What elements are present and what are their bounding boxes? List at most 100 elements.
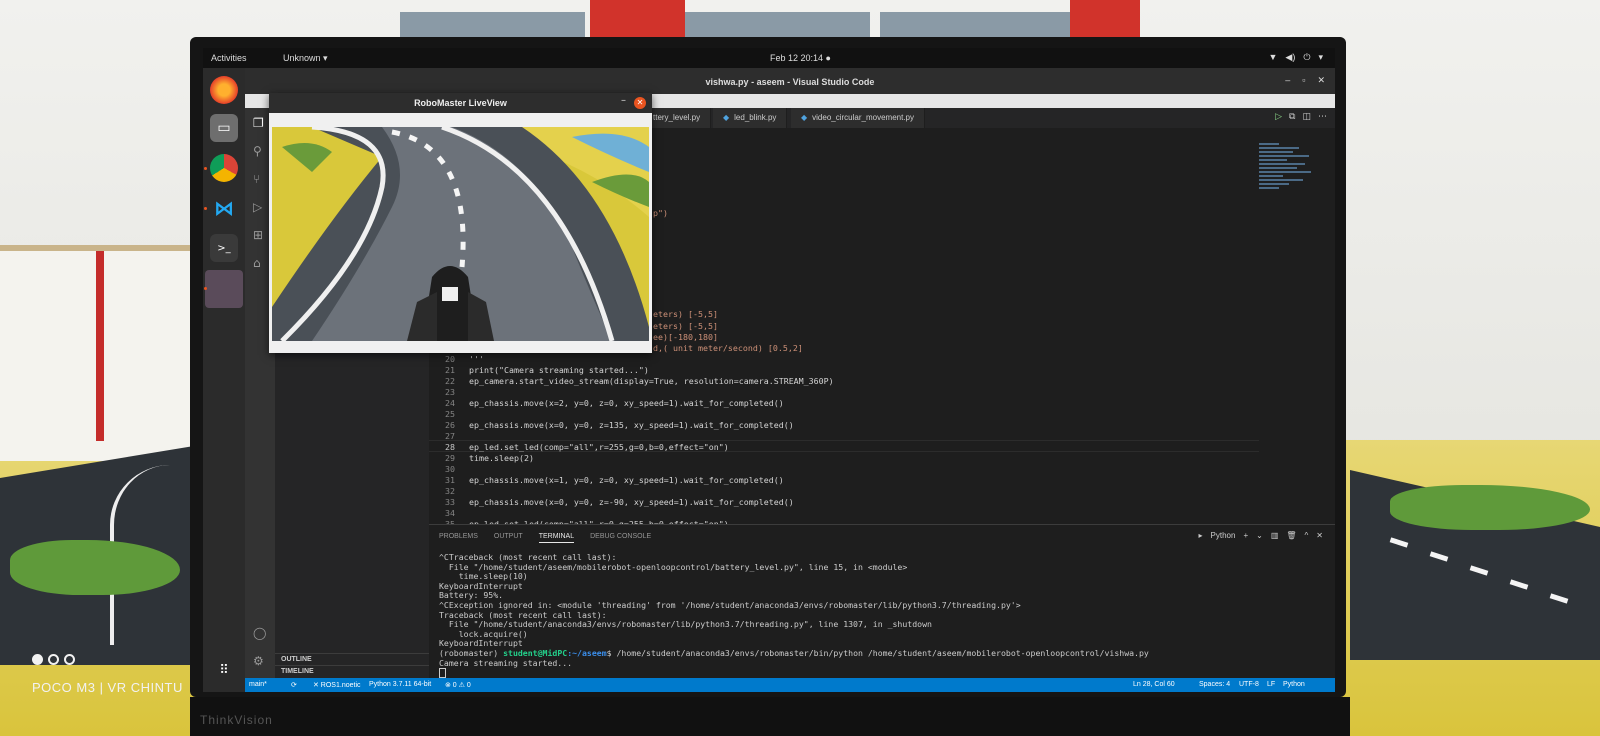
line-number: 31 [445,475,455,485]
camera-frame-image [272,127,649,341]
tab-video-circular-movement[interactable]: ◆ video_circular_movement.py [791,108,925,128]
prompt-env: (robomaster) [439,647,504,658]
extensions-icon[interactable]: ⊞ [253,228,267,242]
terminal-line: File "/home/student/aseem/mobilerobot-op… [439,561,908,572]
vscode-icon[interactable]: ⋈ [210,194,238,222]
line-number: 22 [445,376,455,386]
more-actions-icon[interactable]: ⋯ [1318,112,1327,122]
tab-label: video_circular_movement.py [812,113,914,122]
power-icon: ⏻ [1303,52,1311,62]
bottom-panel: PROBLEMS OUTPUT TERMINAL DEBUG CONSOLE ▸… [429,524,1335,679]
remote-explorer-icon[interactable]: ⌂ [253,256,267,270]
sync-icon[interactable]: ⟳ [291,681,297,689]
minimize-icon[interactable]: – [621,95,626,106]
show-apps-icon[interactable]: ⠿ [210,656,238,684]
terminal-cursor-line [439,668,1319,679]
line-number: 20 [445,354,455,364]
terminal-selector[interactable]: Python [1211,531,1236,540]
terminal-line: File "/home/student/anaconda3/envs/robom… [439,619,932,630]
prompt-command: $ /home/student/anaconda3/envs/robomaste… [606,647,1149,658]
tab-terminal[interactable]: TERMINAL [538,533,575,543]
ubuntu-dock: ▭ ⋈ >_ ⠿ [203,68,245,692]
liveview-window[interactable]: RoboMaster LiveView – ✕ [269,93,652,353]
chevron-down-icon: ▾ [1318,52,1323,62]
line-number: 21 [445,365,455,375]
liveview-title: RoboMaster LiveView [269,93,652,113]
red-curtain [590,0,685,42]
run-icon[interactable]: ▷ [1275,112,1282,122]
split-editor-icon[interactable]: ◫ [1302,112,1311,122]
code-line: ep_chassis.move(x=0, y=0, z=135, xy_spee… [469,420,794,430]
volume-icon: ◀) [1285,52,1296,62]
split-terminal-button[interactable]: ▥ [1271,531,1279,540]
tab-debug-console[interactable]: DEBUG CONSOLE [590,533,651,543]
tab-led-blink[interactable]: ◆ led_blink.py [713,108,788,128]
code-line: ep_camera.start_video_stream(display=Tru… [469,376,834,386]
system-tray[interactable]: ▼ ◀) ⏻ ▾ [1269,52,1324,63]
explorer-icon[interactable]: ❐ [253,116,267,130]
gnome-top-bar: Activities Unknown ▾ Feb 12 20:14 ● ▼ ◀)… [203,48,1335,68]
clock[interactable]: Feb 12 20:14 ● [770,53,831,63]
tab-problems[interactable]: PROBLEMS [439,533,478,543]
status-eol[interactable]: LF [1267,681,1275,688]
vscode-title-bar: vishwa.py - aseem - Visual Studio Code –… [245,68,1335,94]
line-number: 24 [445,398,455,408]
app-menu[interactable]: Unknown ▾ [283,53,328,64]
status-interpreter[interactable]: Python 3.7.11 64-bit [369,681,431,688]
terminal-line: KeyboardInterrupt [439,580,523,591]
account-icon[interactable]: ◯ [253,626,267,640]
minimap[interactable] [1259,143,1319,203]
kill-terminal-button[interactable]: 🗑 [1286,531,1296,540]
line-number: 25 [445,409,455,419]
terminal-output[interactable]: ^CTraceback (most recent call last): Fil… [439,552,1319,679]
close-icon[interactable]: ✕ [634,97,646,109]
new-terminal-button[interactable]: + [1243,531,1248,540]
close-button[interactable]: ✕ [1317,75,1325,86]
source-control-icon[interactable]: ⑂ [253,172,267,186]
line-number: 30 [445,464,455,474]
files-icon[interactable]: ▭ [210,114,238,142]
code-line: ep_led.set_led(comp="all",r=255,g=0,b=0,… [469,442,729,452]
maximize-button[interactable]: ▫ [1302,75,1305,86]
line-number: 28 [445,442,455,452]
close-panel-button[interactable]: ✕ [1316,531,1323,540]
blank-app-icon[interactable] [205,270,243,308]
run-debug-icon[interactable]: ▷ [253,200,267,214]
prompt-path: :~/aseem [567,647,607,658]
terminal-cursor [439,668,446,679]
terminal-icon[interactable]: >_ [210,234,238,262]
tab-label: led_blink.py [734,113,777,122]
status-remote[interactable]: ✕ ROS1.noetic [313,681,361,689]
status-encoding[interactable]: UTF-8 [1239,681,1259,688]
tab-battery-level[interactable]: ttery_level.py [643,108,712,128]
cabinet [0,245,195,461]
status-branch[interactable]: main* [249,681,267,688]
tab-label: ttery_level.py [653,113,701,122]
grass-patch [1390,485,1590,530]
status-language[interactable]: Python [1283,681,1305,688]
prompt-user: student@MidPC [503,647,568,658]
line-number: 26 [445,420,455,430]
python-file-icon: ◆ [723,113,730,122]
search-icon[interactable]: ⚲ [253,144,267,158]
line-number: 33 [445,497,455,507]
minimize-button[interactable]: – [1285,75,1290,86]
status-problems[interactable]: ⊗ 0 ⚠ 0 [445,681,471,689]
code-line: ep_chassis.move(x=0, y=0, z=-90, xy_spee… [469,497,794,507]
terminal-icon: ▸ [1198,531,1203,540]
terminal-dropdown-button[interactable]: ⌄ [1256,531,1263,540]
camera-stamp-dots [32,654,75,665]
code-fragment: ee)[-180,180] [653,332,718,342]
code-line: time.sleep(2) [469,453,534,463]
status-position[interactable]: Ln 28, Col 60 [1133,681,1175,688]
tab-output[interactable]: OUTPUT [494,533,523,543]
firefox-icon[interactable] [210,76,238,104]
chrome-icon[interactable] [210,154,238,182]
timeline-section[interactable]: TIMELINE [275,665,435,678]
settings-gear-icon[interactable]: ⚙ [253,654,267,668]
activities-button[interactable]: Activities [211,53,247,63]
compare-icon[interactable]: ⧉ [1289,112,1295,122]
maximize-panel-button[interactable]: ^ [1305,531,1309,540]
code-line: ep_chassis.move(x=2, y=0, z=0, xy_speed=… [469,398,784,408]
status-spaces[interactable]: Spaces: 4 [1199,681,1230,688]
